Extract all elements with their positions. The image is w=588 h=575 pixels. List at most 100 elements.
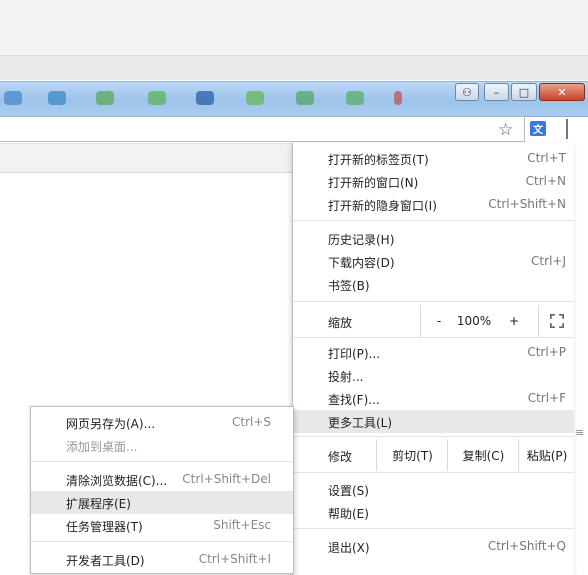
menu-item-label: 打开新的窗口(N) xyxy=(328,176,419,190)
zoom-in-button[interactable]: + xyxy=(496,305,532,337)
minimize-icon: – xyxy=(493,85,500,99)
translate-icon[interactable]: 文 xyxy=(530,121,546,136)
menu-item-shortcut: Shift+Esc xyxy=(213,518,271,532)
menu-item-shortcut: Ctrl+F xyxy=(527,391,566,405)
menu-item-bookmarks[interactable]: 书签(B) xyxy=(293,273,574,296)
menu-separator xyxy=(293,436,574,437)
profile-button[interactable]: ⚇ xyxy=(455,83,479,101)
submenu-item-save-page[interactable]: 网页另存为(A)... Ctrl+S xyxy=(31,411,293,434)
copy-label: 复制(C) xyxy=(462,448,505,463)
app-icon xyxy=(246,91,264,105)
menu-item-label: 开发者工具(D) xyxy=(66,554,145,568)
menu-item-shortcut: Ctrl+Shift+I xyxy=(198,552,271,566)
app-icon xyxy=(346,91,364,105)
menu-item-shortcut: Ctrl+S xyxy=(231,415,271,429)
paste-button[interactable]: 粘贴(P) xyxy=(518,439,575,471)
menu-item-shortcut: Ctrl+P xyxy=(527,345,566,359)
menu-item-label: 投射... xyxy=(328,370,364,384)
app-icon xyxy=(196,91,214,105)
edit-label: 修改 xyxy=(328,450,353,464)
address-bar[interactable] xyxy=(0,116,525,142)
menu-item-settings[interactable]: 设置(S) xyxy=(293,478,574,501)
cut-label: 剪切(T) xyxy=(392,448,433,463)
menu-item-label: 扩展程序(E) xyxy=(66,497,131,511)
menu-separator xyxy=(293,220,574,221)
app-icon xyxy=(48,91,66,105)
fullscreen-button[interactable] xyxy=(538,305,575,337)
menu-item-label: 打开新的隐身窗口(I) xyxy=(328,199,437,213)
submenu-item-task-manager[interactable]: 任务管理器(T) Shift+Esc xyxy=(31,514,293,537)
app-icon xyxy=(4,91,22,105)
menu-item-shortcut: Ctrl+N xyxy=(525,174,566,188)
menu-item-history[interactable]: 历史记录(H) xyxy=(293,227,574,250)
menu-item-shortcut: Ctrl+T xyxy=(527,151,566,165)
menu-item-help[interactable]: 帮助(E) xyxy=(293,501,574,524)
menu-item-label: 任务管理器(T) xyxy=(66,520,143,534)
menu-item-label: 打印(P)... xyxy=(328,347,381,361)
menu-item-find[interactable]: 查找(F)... Ctrl+F xyxy=(293,387,574,410)
browser-main-menu: 打开新的标签页(T) Ctrl+T 打开新的窗口(N) Ctrl+N 打开新的隐… xyxy=(292,143,574,575)
paste-label: 粘贴(P) xyxy=(526,448,568,463)
fullscreen-icon xyxy=(550,314,564,328)
menu-separator xyxy=(293,301,574,302)
title-bar-area xyxy=(0,0,588,56)
menu-item-label: 清除浏览数据(C)... xyxy=(66,474,168,488)
menu-item-incognito[interactable]: 打开新的隐身窗口(I) Ctrl+Shift+N xyxy=(293,193,574,216)
submenu-item-add-to-desktop: 添加到桌面... xyxy=(31,434,293,457)
menu-item-label: 下载内容(D) xyxy=(328,256,395,270)
app-icon xyxy=(148,91,166,105)
maximize-button[interactable]: □ xyxy=(511,83,537,101)
app-icon xyxy=(96,91,114,105)
menu-separator xyxy=(31,461,293,462)
minus-icon: - xyxy=(436,314,442,328)
menu-item-label: 退出(X) xyxy=(328,541,370,555)
copy-button[interactable]: 复制(C) xyxy=(447,439,519,471)
maximize-icon: □ xyxy=(518,85,530,99)
menu-button[interactable] xyxy=(566,119,572,139)
menu-item-label: 更多工具(L) xyxy=(328,416,393,430)
submenu-item-extensions[interactable]: 扩展程序(E) xyxy=(31,491,293,514)
menu-item-new-window[interactable]: 打开新的窗口(N) Ctrl+N xyxy=(293,170,574,193)
zoom-value: 100% xyxy=(456,314,492,328)
bookmark-star-icon[interactable]: ☆ xyxy=(498,120,513,140)
menu-item-label: 添加到桌面... xyxy=(66,440,138,454)
menu-item-label: 网页另存为(A)... xyxy=(66,417,156,431)
zoom-out-button[interactable]: - xyxy=(420,305,457,337)
zoom-level: 100% xyxy=(456,305,492,337)
menu-separator xyxy=(293,528,574,529)
scrollbar-grip[interactable]: ≡ xyxy=(575,427,584,438)
menu-item-print[interactable]: 打印(P)... Ctrl+P xyxy=(293,341,574,364)
cut-button[interactable]: 剪切(T) xyxy=(376,439,448,471)
submenu-item-clear-data[interactable]: 清除浏览数据(C)... Ctrl+Shift+Del xyxy=(31,468,293,491)
menu-item-cast[interactable]: 投射... xyxy=(293,364,574,387)
menu-item-label: 帮助(E) xyxy=(328,507,369,521)
menu-item-shortcut: Ctrl+Shift+Del xyxy=(182,472,271,486)
menu-item-label: 书签(B) xyxy=(328,279,370,293)
menu-item-downloads[interactable]: 下载内容(D) Ctrl+J xyxy=(293,250,574,273)
menu-item-shortcut: Ctrl+Shift+Q xyxy=(487,539,566,553)
menu-item-shortcut: Ctrl+J xyxy=(531,254,566,268)
person-icon: ⚇ xyxy=(462,85,472,99)
menu-item-exit[interactable]: 退出(X) Ctrl+Shift+Q xyxy=(293,535,574,558)
minimize-button[interactable]: – xyxy=(484,83,509,101)
zoom-row: 缩放 - 100% + xyxy=(293,305,574,337)
menu-item-more-tools[interactable]: 更多工具(L) xyxy=(293,410,574,433)
plus-icon: + xyxy=(508,314,520,328)
menu-item-shortcut: Ctrl+Shift+N xyxy=(488,197,566,211)
menu-item-new-tab[interactable]: 打开新的标签页(T) Ctrl+T xyxy=(293,147,574,170)
edit-row: 修改 剪切(T) 复制(C) 粘贴(P) xyxy=(293,439,574,471)
menu-separator xyxy=(293,337,574,338)
submenu-item-developer-tools[interactable]: 开发者工具(D) Ctrl+Shift+I xyxy=(31,548,293,571)
menu-item-label: 查找(F)... xyxy=(328,393,380,407)
menu-item-label: 设置(S) xyxy=(328,484,369,498)
app-icon xyxy=(394,91,402,105)
menu-separator xyxy=(293,472,574,473)
tab-strip xyxy=(0,56,588,80)
bookmarks-bar xyxy=(0,143,292,173)
app-icon xyxy=(296,91,314,105)
close-button[interactable]: ✕ xyxy=(539,83,585,101)
menu-item-label: 打开新的标签页(T) xyxy=(328,153,429,167)
menu-item-label: 历史记录(H) xyxy=(328,233,395,247)
menu-separator xyxy=(31,541,293,542)
more-tools-submenu: 网页另存为(A)... Ctrl+S 添加到桌面... 清除浏览数据(C)...… xyxy=(30,406,294,574)
